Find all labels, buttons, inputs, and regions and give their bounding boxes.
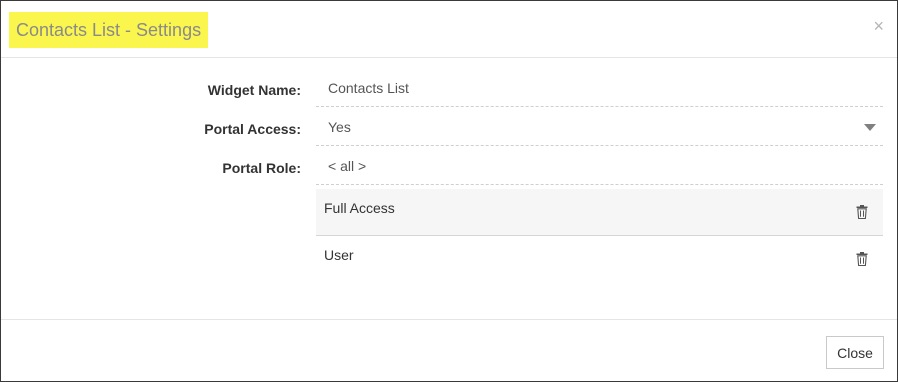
dialog-footer: Close [1, 319, 897, 382]
close-button[interactable]: Close [826, 336, 884, 369]
widget-name-field[interactable]: Contacts List [316, 70, 883, 107]
caret-down-icon[interactable] [864, 124, 876, 131]
portal-role-select[interactable]: < all > [316, 148, 883, 185]
portal-access-select[interactable]: Yes [316, 109, 883, 146]
trash-icon[interactable] [856, 252, 868, 266]
settings-dialog: Contacts List - Settings × Widget Name: … [0, 0, 898, 382]
list-item: Full Access [316, 189, 883, 236]
dialog-header: Contacts List - Settings × [1, 1, 897, 58]
list-item: User [316, 236, 883, 282]
portal-access-label: Portal Access: [204, 121, 301, 137]
close-icon[interactable]: × [873, 17, 884, 35]
role-label: User [324, 247, 354, 263]
portal-role-label: Portal Role: [222, 160, 301, 176]
widget-name-value: Contacts List [328, 80, 409, 96]
widget-name-label: Widget Name: [207, 82, 301, 98]
dialog-title: Contacts List - Settings [9, 12, 209, 48]
role-label: Full Access [324, 200, 395, 216]
portal-access-value: Yes [328, 119, 351, 135]
trash-icon[interactable] [856, 205, 868, 219]
role-list: Full Access User [316, 189, 883, 282]
portal-role-placeholder: < all > [328, 158, 367, 174]
